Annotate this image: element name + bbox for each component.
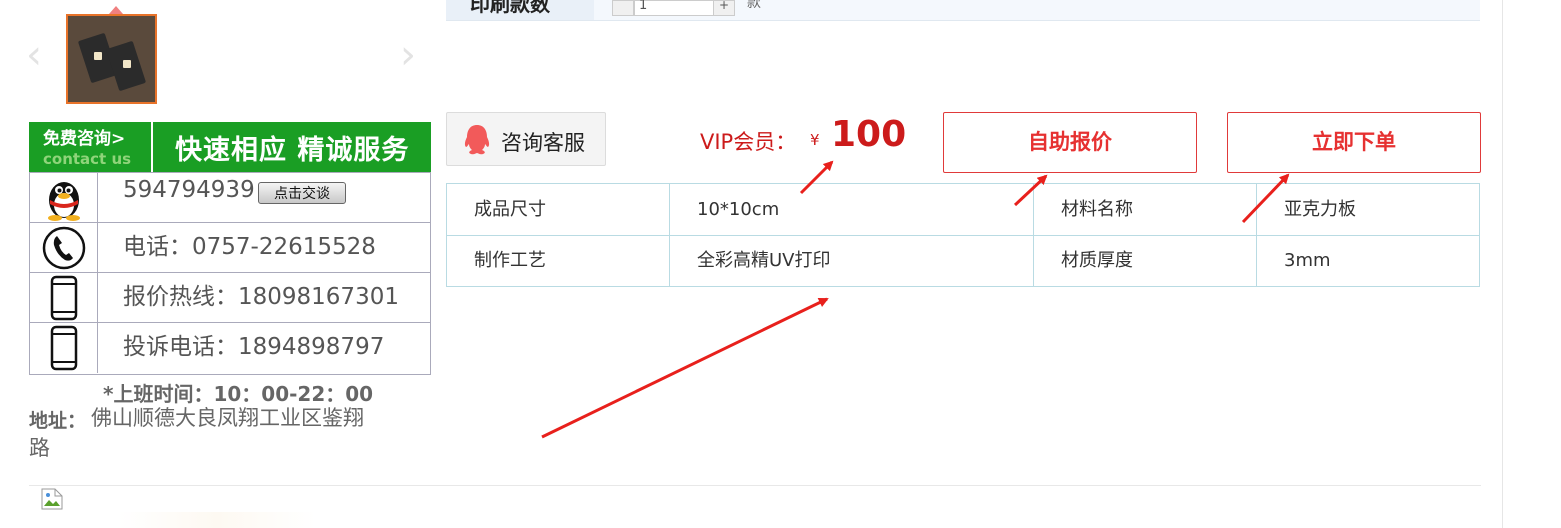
- phone-handset-icon: [30, 223, 98, 272]
- complaint-phone: 投诉电话：1894898797: [123, 334, 385, 360]
- qq-icon: [464, 125, 490, 155]
- spec-row: 成品尺寸 10*10cm 材料名称 亚克力板: [447, 184, 1479, 235]
- quote-hotline: 报价热线：18098167301: [123, 284, 399, 310]
- section-divider: [29, 485, 1481, 486]
- free-consult-text: 免费咨询>: [43, 129, 126, 149]
- broken-image-icon: [41, 488, 63, 510]
- card-logo: [123, 60, 131, 68]
- contact-table: 594794939 点击交谈 电话：0757-22615528 报价热线：180…: [29, 172, 431, 375]
- thumbnail-pointer: [109, 6, 123, 14]
- table-divider: [447, 235, 1479, 236]
- spec-value: 全彩高精UV打印: [697, 250, 831, 271]
- spec-key: 材料名称: [1061, 199, 1133, 220]
- spec-row: 制作工艺 全彩高精UV打印 材质厚度 3mm: [447, 235, 1479, 286]
- vip-currency-symbol: ¥: [810, 131, 820, 149]
- qq-number: 594794939: [123, 177, 255, 203]
- quantity-row: [446, 0, 1480, 21]
- address-text: 佛山顺德大良凤翔工业区鉴翔: [91, 406, 364, 430]
- contact-us-text: contact us: [43, 150, 132, 168]
- spec-value: 3mm: [1284, 250, 1331, 271]
- contact-row-complaint: 投诉电话：1894898797: [30, 323, 430, 373]
- quantity-unit: 款: [747, 0, 761, 11]
- table-divider: [1033, 184, 1034, 286]
- customer-service-label: 咨询客服: [501, 131, 585, 155]
- quantity-decrement-button[interactable]: [612, 0, 634, 16]
- phone-number: 电话：0757-22615528: [123, 234, 376, 260]
- card-logo: [94, 52, 102, 60]
- free-consult-block[interactable]: 免费咨询> contact us: [29, 122, 153, 172]
- spec-table: 成品尺寸 10*10cm 材料名称 亚克力板 制作工艺 全彩高精UV打印 材质厚…: [446, 183, 1480, 287]
- gallery-prev-arrow[interactable]: ‹: [26, 35, 42, 75]
- contact-row-quote-hotline: 报价热线：18098167301: [30, 273, 430, 323]
- contact-row-phone: 电话：0757-22615528: [30, 223, 430, 273]
- mobile-phone-icon: [30, 273, 98, 322]
- spec-value: 亚克力板: [1284, 199, 1356, 220]
- qq-penguin-icon: [30, 173, 98, 222]
- service-banner: 免费咨询> contact us 快速相应 精诚服务: [29, 122, 431, 172]
- spec-key: 成品尺寸: [474, 199, 546, 220]
- customer-service-button[interactable]: 咨询客服: [446, 112, 606, 166]
- self-quote-button[interactable]: 自助报价: [943, 112, 1197, 173]
- arrow-to-spec-table: [541, 297, 829, 439]
- quantity-increment-button[interactable]: +: [713, 0, 735, 16]
- address-label: 地址：: [29, 410, 87, 432]
- contact-row-qq: 594794939 点击交谈: [30, 173, 430, 223]
- table-divider: [669, 184, 670, 286]
- quantity-input[interactable]: 1: [634, 0, 714, 16]
- quantity-label: 印刷款数: [470, 0, 550, 16]
- mobile-phone-icon: [30, 323, 98, 373]
- spec-value: 10*10cm: [697, 199, 780, 220]
- image-placeholder: [118, 512, 316, 528]
- spec-key: 制作工艺: [474, 250, 546, 271]
- qq-chat-button[interactable]: 点击交谈: [258, 182, 346, 204]
- page-right-border: [1502, 0, 1503, 528]
- gallery-next-arrow[interactable]: ›: [400, 35, 416, 75]
- service-slogan: 快速相应 精诚服务: [175, 135, 410, 166]
- table-divider: [1256, 184, 1257, 286]
- order-now-button[interactable]: 立即下单: [1227, 112, 1481, 173]
- vip-price-label: VIP会员：: [700, 130, 797, 154]
- spec-key: 材质厚度: [1061, 250, 1133, 271]
- vip-price-value: 100: [831, 114, 907, 155]
- product-thumbnail[interactable]: [66, 14, 157, 104]
- address-text-tail: 路: [29, 436, 50, 460]
